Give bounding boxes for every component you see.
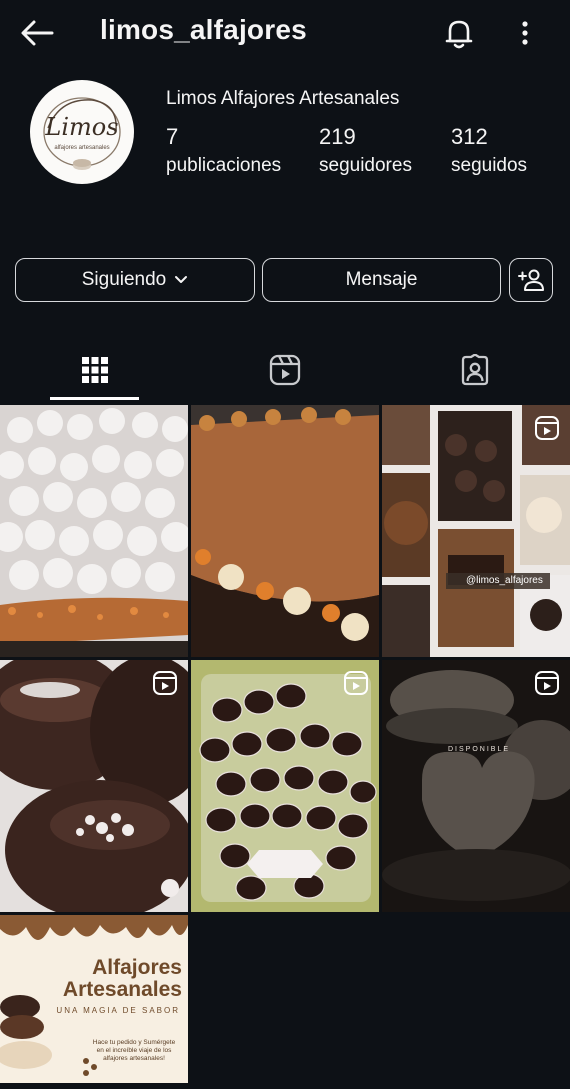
post-overlay-text: @limos_alfajores bbox=[466, 575, 543, 586]
avatar-logo-subtext: alfajores artesanales bbox=[54, 145, 110, 151]
promo-body-line3: alfajores artesanales! bbox=[103, 1055, 165, 1062]
avatar-logo-text: Limos bbox=[45, 113, 119, 141]
reels-icon bbox=[344, 671, 368, 695]
stat-posts-label: publicaciones bbox=[166, 155, 282, 176]
arrow-left-icon[interactable] bbox=[18, 14, 56, 52]
heart-alfajores-image bbox=[382, 660, 570, 912]
chocolate-cake-image bbox=[191, 405, 379, 657]
promo-body-line2: en el increíble viaje de los bbox=[96, 1047, 172, 1054]
add-user-button[interactable] bbox=[509, 258, 553, 302]
promo-title-line2: Artesanales bbox=[62, 978, 182, 1001]
post-thumbnail[interactable]: @limos_alfajores bbox=[382, 405, 570, 657]
tab-reels[interactable] bbox=[190, 340, 380, 400]
chocolate-alfajores-image bbox=[0, 660, 188, 912]
top-bar: limos_alfajores bbox=[0, 0, 570, 66]
stat-followers-value: 219 bbox=[319, 124, 356, 149]
promo-subtitle: UNA MAGIA DE SABOR bbox=[56, 1006, 180, 1015]
stat-posts[interactable]: 7 publicaciones bbox=[166, 124, 281, 177]
reels-icon bbox=[535, 671, 559, 695]
following-button-label: Siguiendo bbox=[81, 269, 167, 290]
post-thumbnail[interactable] bbox=[0, 405, 188, 657]
post-thumbnail[interactable] bbox=[191, 405, 379, 657]
reels-icon bbox=[535, 416, 559, 440]
stat-following[interactable]: 312 seguidos bbox=[451, 124, 527, 177]
message-button[interactable]: Mensaje bbox=[262, 258, 501, 302]
meringue-cake-image bbox=[0, 405, 188, 657]
post-thumbnail[interactable] bbox=[191, 660, 379, 912]
profile-username: limos_alfajores bbox=[100, 14, 307, 45]
person-add-icon bbox=[518, 269, 544, 291]
stat-posts-value: 7 bbox=[166, 124, 179, 149]
stat-following-value: 312 bbox=[451, 124, 488, 149]
chevron-down-icon bbox=[175, 276, 188, 283]
promo-body-line1: Hace tu pedido y Sumérgete bbox=[92, 1039, 176, 1046]
collage-image bbox=[382, 405, 570, 657]
grid-icon bbox=[82, 357, 108, 383]
message-button-label: Mensaje bbox=[345, 269, 418, 290]
bonbons-box-image bbox=[191, 660, 379, 912]
post-thumbnail[interactable] bbox=[0, 660, 188, 912]
tagged-person-icon bbox=[461, 354, 489, 386]
stat-following-label: seguidos bbox=[451, 155, 528, 176]
profile-tabs bbox=[0, 340, 570, 400]
post-overlay-text: DISPONIBLE bbox=[448, 746, 511, 753]
tab-tagged[interactable] bbox=[380, 340, 570, 400]
following-button[interactable]: Siguiendo bbox=[15, 258, 255, 302]
profile-display-name: Limos Alfajores Artesanales bbox=[166, 88, 400, 109]
promo-title-line1: Alfajores bbox=[92, 956, 182, 979]
active-tab-indicator bbox=[50, 397, 139, 400]
stat-followers-label: seguidores bbox=[319, 155, 412, 176]
bell-icon[interactable] bbox=[440, 14, 478, 52]
reels-icon bbox=[153, 671, 177, 695]
more-vertical-icon[interactable] bbox=[510, 14, 540, 52]
post-thumbnail[interactable]: Alfajores Artesanales UNA MAGIA DE SABOR… bbox=[0, 915, 188, 1083]
reels-icon bbox=[269, 354, 301, 386]
stat-followers[interactable]: 219 seguidores bbox=[319, 124, 412, 177]
profile-avatar[interactable]: Limos alfajores artesanales bbox=[30, 80, 134, 184]
post-thumbnail[interactable]: DISPONIBLE bbox=[382, 660, 570, 912]
tab-posts[interactable] bbox=[0, 340, 190, 400]
